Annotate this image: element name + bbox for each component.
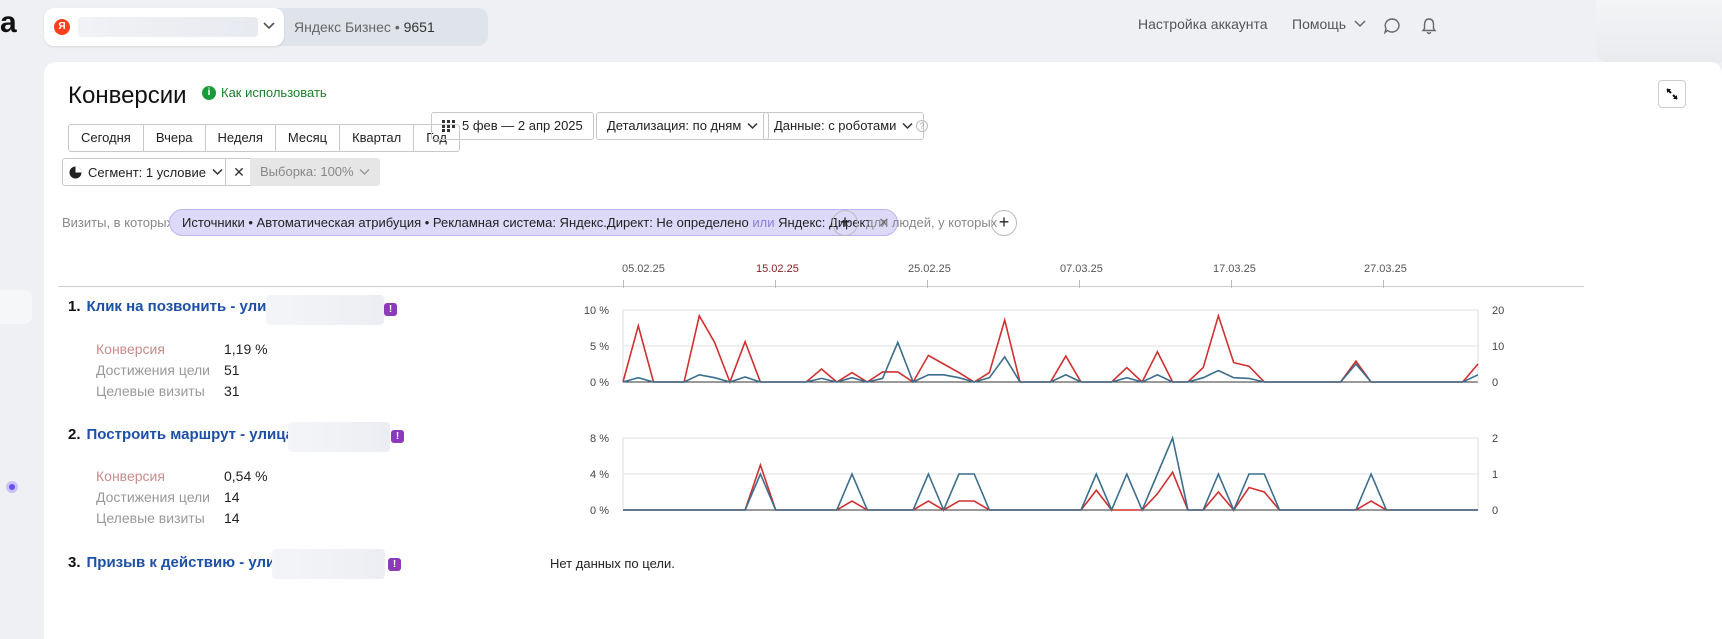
help-menu[interactable]: Помощь xyxy=(1292,16,1366,32)
date-axis-tick xyxy=(1231,280,1232,288)
how-to-use-link[interactable]: i Как использовать xyxy=(202,85,327,100)
date-axis-label: 27.03.25 xyxy=(1364,263,1407,275)
chevron-down-icon xyxy=(359,168,370,176)
page-title: Конверсии xyxy=(68,82,187,109)
goal-1-conversion-value: 1,19 % xyxy=(224,341,268,357)
y-left-tick-label: 10 % xyxy=(584,305,609,317)
date-axis-tick xyxy=(623,280,624,288)
visits-filter-label: Визиты, в которых xyxy=(62,215,174,230)
date-axis-tick xyxy=(1383,280,1384,288)
clear-segment-button[interactable]: ✕ xyxy=(226,164,252,181)
main-card: Конверсии i Как использовать Сегодня Вче… xyxy=(44,62,1722,639)
calendar-grid-icon xyxy=(442,120,455,132)
filter-condition-chip[interactable]: Источники • Автоматическая атрибуция • Р… xyxy=(169,209,899,236)
goal-2-chart: 0 % 4 % 8 % 0 1 2 xyxy=(590,433,1498,517)
goal-1-reaches-label: Достижения цели xyxy=(96,362,211,378)
goal-1-chart: 0 % 5 % 10 % 0 10 20 xyxy=(584,305,1504,389)
y-left-tick-label: 4 % xyxy=(590,469,609,481)
counter-selector[interactable]: Я Яндекс Бизнес • 9651 xyxy=(44,8,488,46)
y-left-tick-label: 8 % xyxy=(590,433,609,445)
detail-dropdown[interactable]: Детализация: по дням xyxy=(596,112,770,140)
info-icon: i xyxy=(202,85,216,100)
y-right-tick-label: 20 xyxy=(1492,305,1504,317)
expand-icon xyxy=(1666,88,1678,100)
y-right-tick-label: 1 xyxy=(1492,469,1498,481)
y-right-tick-label: 2 xyxy=(1492,433,1498,445)
goal-1-name-redacted xyxy=(266,295,384,325)
y-left-tick-label: 0 % xyxy=(590,505,609,517)
period-month-button[interactable]: Месяц xyxy=(276,125,341,151)
goal-3-name-redacted xyxy=(272,549,385,579)
visits-series-line xyxy=(622,340,1479,384)
sidebar-indicator-dot xyxy=(6,481,18,493)
account-settings-link[interactable]: Настройка аккаунта xyxy=(1138,16,1268,32)
sidebar-collapsed-item[interactable] xyxy=(0,290,32,324)
segment-control: Сегмент: 1 условие ✕ xyxy=(62,158,253,186)
chat-icon[interactable] xyxy=(1383,17,1401,35)
y-left-tick-label: 5 % xyxy=(590,341,609,353)
date-axis-label: 17.03.25 xyxy=(1213,263,1256,275)
goal-2-reaches-value: 14 xyxy=(224,489,240,505)
date-axis-label: 25.02.25 xyxy=(908,263,951,275)
date-axis-tick xyxy=(775,280,776,288)
goal-1-visits-label: Целевые визиты xyxy=(96,383,205,399)
user-account-redacted[interactable] xyxy=(1596,0,1722,62)
y-right-tick-label: 0 xyxy=(1492,377,1498,389)
y-right-tick-label: 10 xyxy=(1492,341,1504,353)
goal-2-reaches-label: Достижения цели xyxy=(96,489,211,505)
date-axis-label-weekend: 15.02.25 xyxy=(756,263,799,275)
date-axis-label: 05.02.25 xyxy=(622,263,665,275)
goal-2-warning-icon[interactable]: ! xyxy=(391,430,404,443)
goal-3-no-data: Нет данных по цели. xyxy=(550,556,675,571)
y-left-tick-label: 0 % xyxy=(590,377,609,389)
goal-1-reaches-value: 51 xyxy=(224,362,240,378)
period-selector: Сегодня Вчера Неделя Месяц Квартал Год xyxy=(68,124,460,152)
add-people-condition-button[interactable]: + xyxy=(991,210,1017,236)
goal-2-conversion-label: Конверсия xyxy=(96,468,165,484)
yandex-icon: Я xyxy=(54,19,70,35)
goal-2-visits-label: Целевые визиты xyxy=(96,510,205,526)
date-axis-line xyxy=(58,286,1584,287)
period-week-button[interactable]: Неделя xyxy=(206,125,276,151)
chevron-down-icon xyxy=(212,168,223,176)
segment-dropdown[interactable]: Сегмент: 1 условие xyxy=(63,159,226,185)
goal-2-title[interactable]: 2. Построить маршрут - улица xyxy=(68,426,294,443)
chevron-down-icon xyxy=(902,122,913,130)
date-axis-label: 07.03.25 xyxy=(1060,263,1103,275)
period-yesterday-button[interactable]: Вчера xyxy=(144,125,206,151)
data-mode-dropdown[interactable]: Данные: с роботами xyxy=(763,112,925,140)
help-question-icon[interactable]: ? xyxy=(916,120,928,132)
chevron-down-icon xyxy=(747,122,758,130)
goal-3-title[interactable]: 3. Призыв к действию - улиц xyxy=(68,554,284,571)
period-today-button[interactable]: Сегодня xyxy=(69,125,144,151)
y-right-tick-label: 0 xyxy=(1492,505,1498,517)
conversion-series-line xyxy=(623,462,1478,512)
chevron-down-icon xyxy=(1354,20,1366,28)
metrica-logo: а xyxy=(0,6,17,39)
sample-dropdown[interactable]: Выборка: 100% xyxy=(250,158,381,186)
fullscreen-toggle-button[interactable] xyxy=(1658,80,1686,108)
period-quarter-button[interactable]: Квартал xyxy=(340,125,415,151)
pie-segment-icon xyxy=(69,166,82,178)
goal-2-visits-value: 14 xyxy=(224,510,240,526)
chevron-down-icon[interactable] xyxy=(262,18,276,35)
add-visit-condition-button[interactable]: + xyxy=(832,210,858,236)
goal-1-visits-value: 31 xyxy=(224,383,240,399)
goal-1-warning-icon[interactable]: ! xyxy=(384,303,397,316)
counter-label: Яндекс Бизнес • 9651 xyxy=(294,19,435,35)
date-axis-tick xyxy=(1079,280,1080,288)
goal-3-warning-icon[interactable]: ! xyxy=(388,558,401,571)
bell-icon[interactable] xyxy=(1420,17,1438,35)
counter-dropdown[interactable]: Я xyxy=(44,8,284,46)
date-range-picker[interactable]: 5 фев — 2 апр 2025 xyxy=(431,112,594,140)
goal-1-conversion-label: Конверсия xyxy=(96,341,165,357)
people-filter-label: для людей, у которых xyxy=(866,215,998,230)
goal-2-name-redacted xyxy=(288,422,390,452)
goal-2-conversion-value: 0,54 % xyxy=(224,468,268,484)
date-axis-tick xyxy=(927,280,928,288)
goal-1-title[interactable]: 1. Клик на позвонить - улица xyxy=(68,298,284,315)
counter-name-redacted xyxy=(78,17,258,37)
